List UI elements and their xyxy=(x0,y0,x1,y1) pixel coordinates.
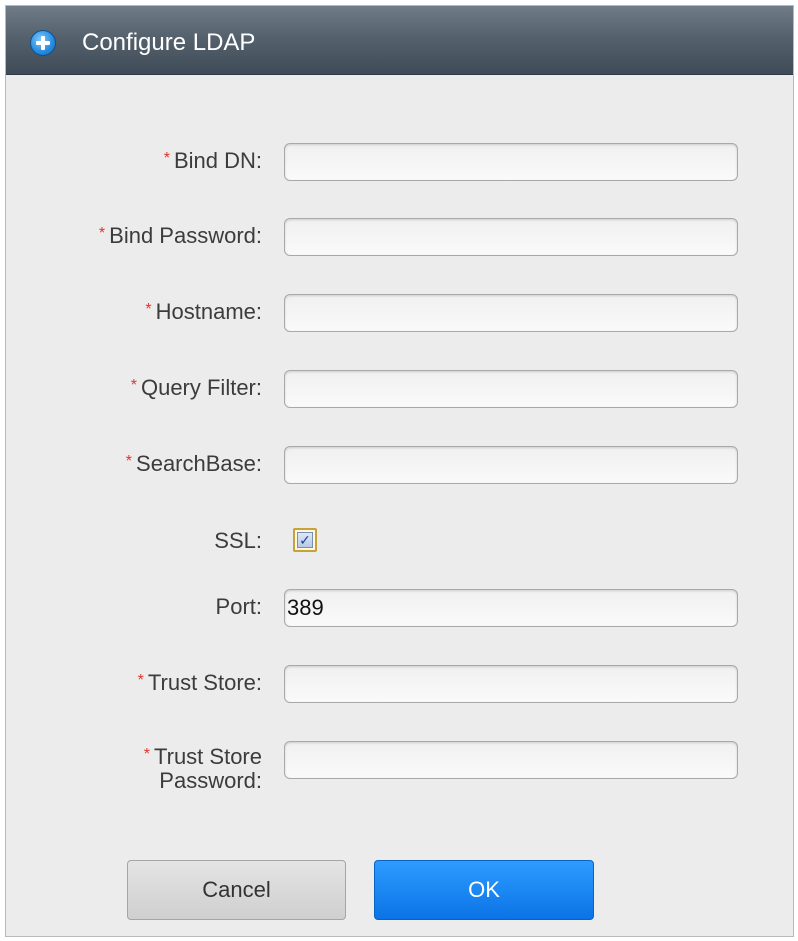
hostname-row: * Hostname: xyxy=(6,294,795,332)
search-base-row: * SearchBase: xyxy=(6,446,795,484)
hostname-label: * Hostname: xyxy=(145,299,262,324)
required-marker: * xyxy=(130,377,137,394)
trust-store-password-input[interactable] xyxy=(284,741,738,779)
ok-button[interactable]: OK xyxy=(374,860,594,920)
required-marker: * xyxy=(98,225,106,242)
checkmark-icon: ✓ xyxy=(297,532,313,548)
bind-password-label: * Bind Password: xyxy=(98,223,262,248)
search-base-input[interactable] xyxy=(284,446,738,484)
bind-dn-row: * Bind DN: xyxy=(6,143,795,181)
dialog-title: Configure LDAP xyxy=(82,29,256,56)
ssl-checkbox[interactable]: ✓ xyxy=(293,528,317,552)
trust-store-password-label: * Trust Store Password: xyxy=(143,744,262,793)
hostname-input[interactable] xyxy=(284,294,738,332)
search-base-label: * SearchBase: xyxy=(125,451,262,476)
bind-password-row: * Bind Password: xyxy=(6,218,795,256)
bind-password-input[interactable] xyxy=(284,218,738,256)
trust-store-input[interactable] xyxy=(284,665,738,703)
required-marker: * xyxy=(143,746,150,763)
query-filter-row: * Query Filter: xyxy=(6,370,795,408)
port-row: Port: xyxy=(6,589,795,627)
trust-store-row: * Trust Store: xyxy=(6,665,795,703)
query-filter-label: * Query Filter: xyxy=(130,375,262,400)
configure-ldap-dialog: Configure LDAP * Bind DN: * Bind Password:… xyxy=(5,5,794,937)
trust-store-label: * Trust Store: xyxy=(137,670,262,695)
dialog-titlebar: Configure LDAP xyxy=(6,6,793,75)
port-label: Port: xyxy=(215,594,262,619)
bind-dn-label: * Bind DN: xyxy=(163,148,262,173)
query-filter-input[interactable] xyxy=(284,370,738,408)
required-marker: * xyxy=(145,301,152,318)
trust-store-password-row: * Trust Store Password: xyxy=(6,741,795,793)
required-marker: * xyxy=(125,453,133,470)
plus-circle-icon xyxy=(30,30,56,56)
ssl-label: SSL: xyxy=(214,528,262,553)
required-marker: * xyxy=(137,672,144,689)
required-marker: * xyxy=(163,150,170,167)
port-input[interactable] xyxy=(284,589,738,627)
ssl-row: SSL: ✓ xyxy=(6,523,795,561)
cancel-button[interactable]: Cancel xyxy=(127,860,346,920)
bind-dn-input[interactable] xyxy=(284,143,738,181)
